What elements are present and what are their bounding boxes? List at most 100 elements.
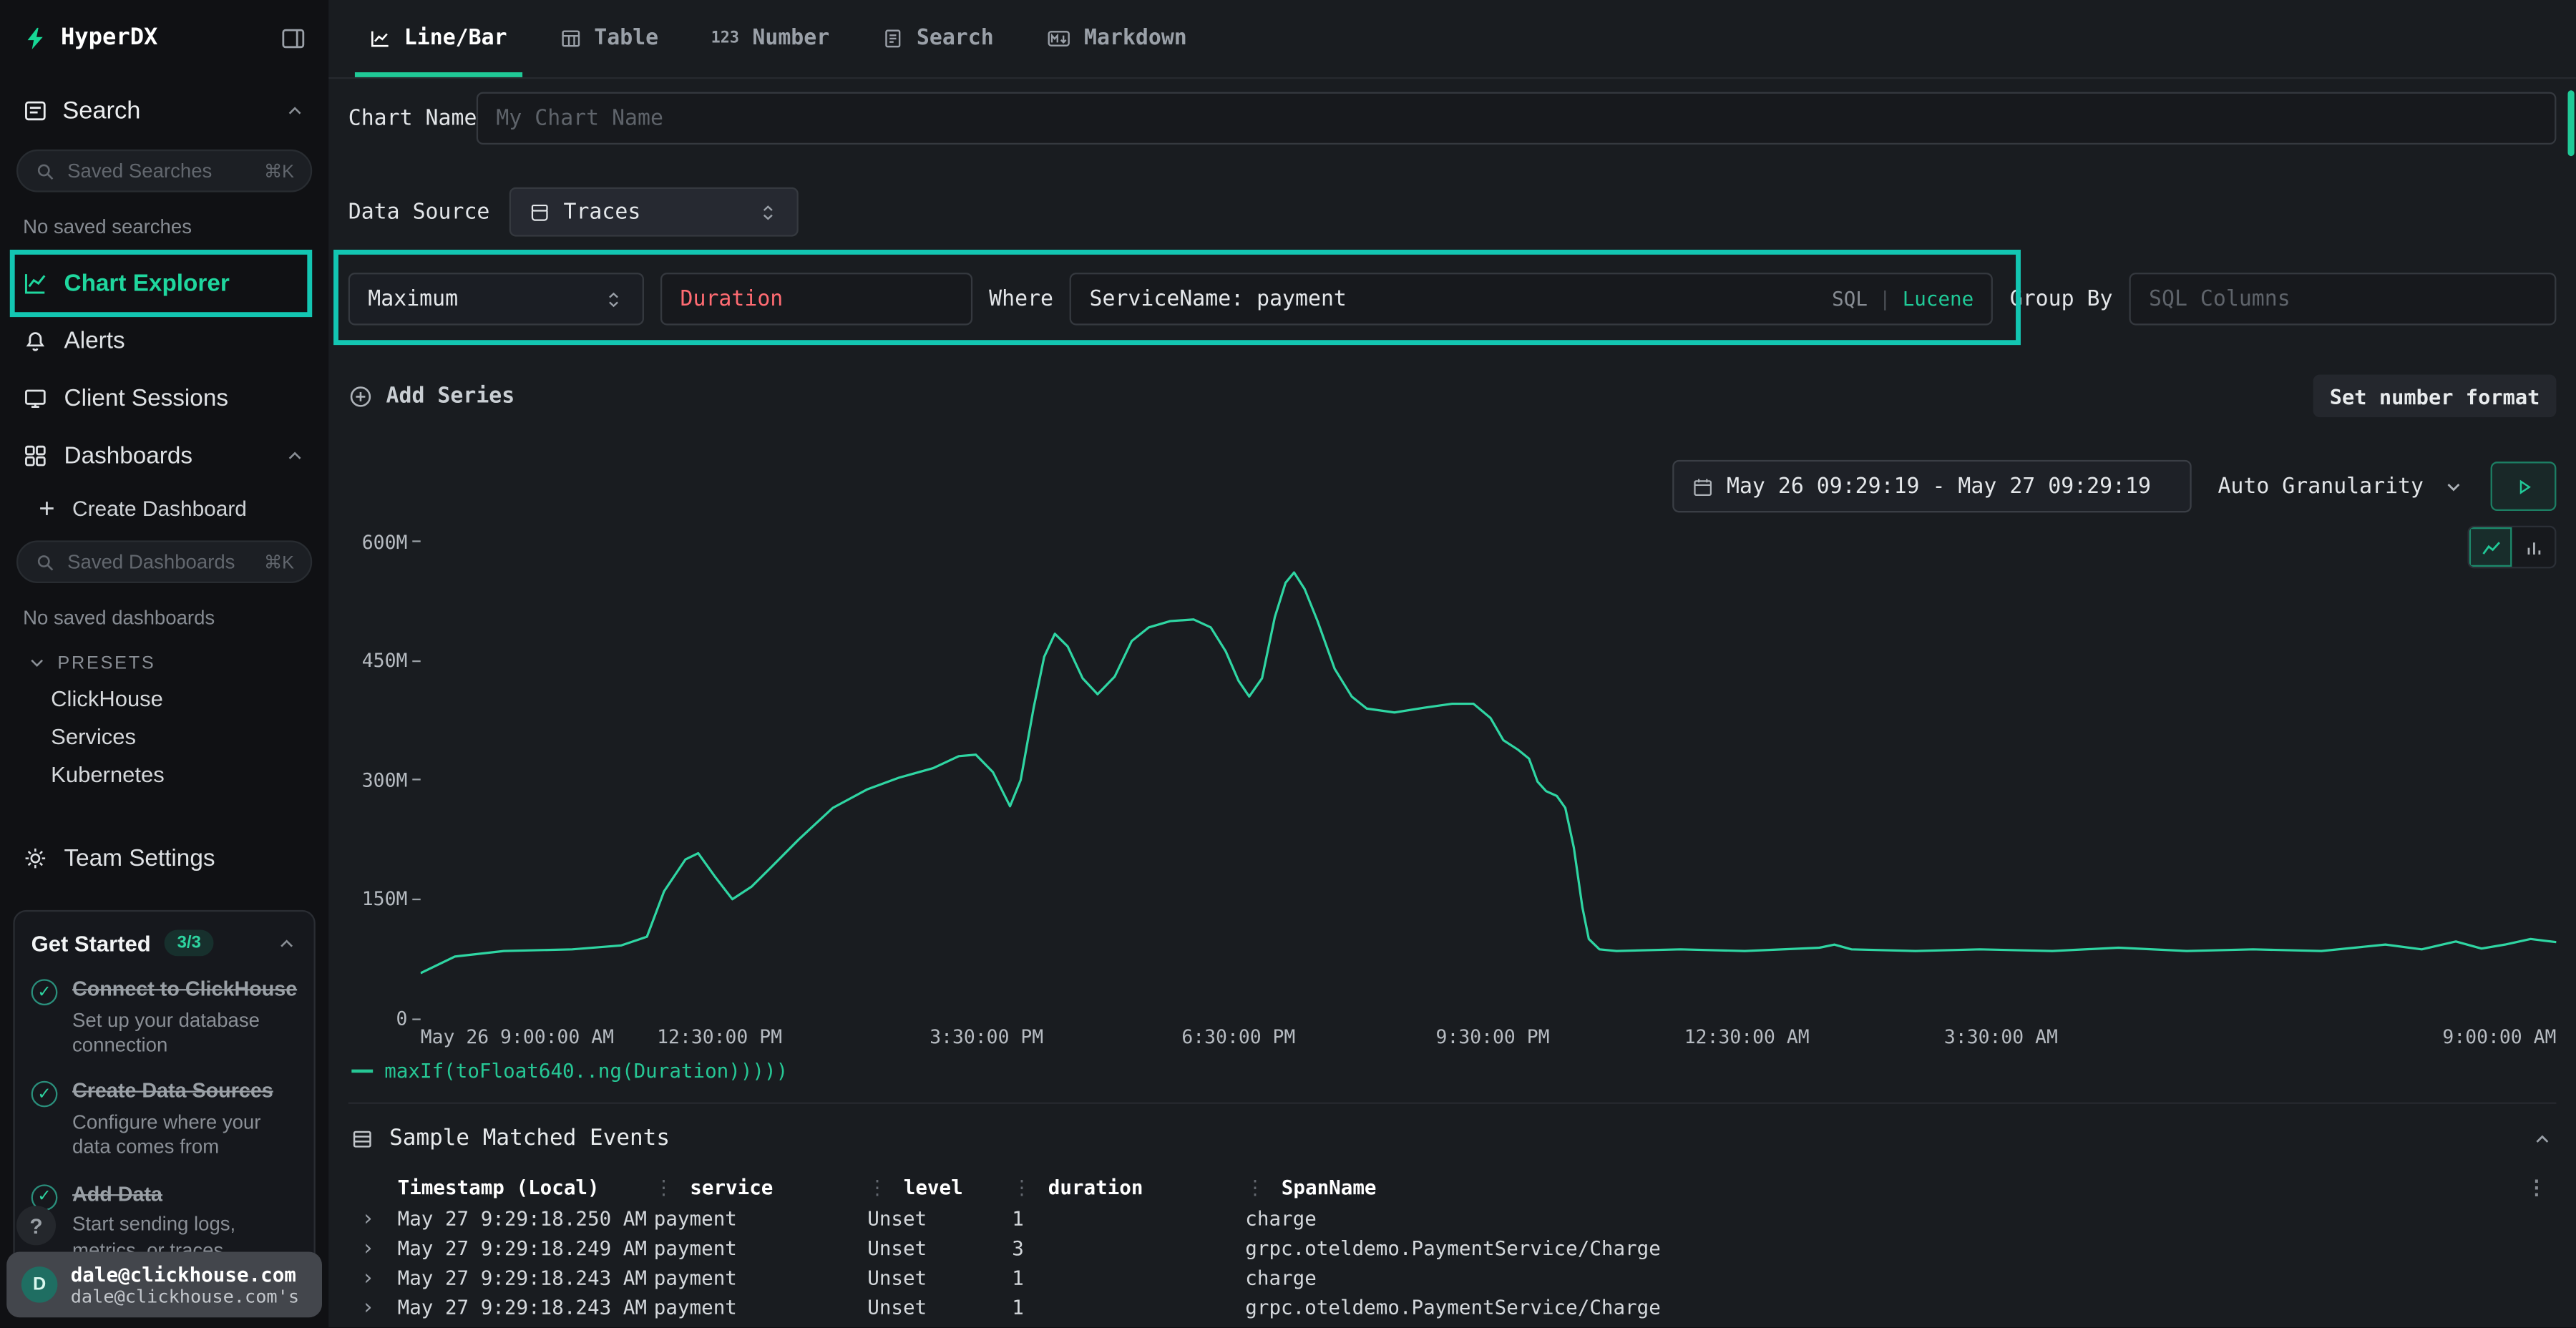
expand-row-icon[interactable]: › (348, 1236, 398, 1261)
chart-explorer-icon (23, 271, 47, 296)
tab-line-bar[interactable]: Line/Bar (348, 0, 529, 77)
chart-name-input[interactable]: My Chart Name (477, 92, 2557, 145)
scrollbar-thumb[interactable] (2567, 90, 2574, 156)
sidebar-item-dashboards[interactable]: Dashboards (0, 427, 328, 484)
aggregation-select[interactable]: Maximum (348, 273, 644, 325)
get-started-header[interactable]: Get Started 3/3 (31, 929, 298, 956)
search-doc-icon (882, 28, 904, 49)
expand-row-icon[interactable]: › (348, 1266, 398, 1290)
sidebar-item-team-settings[interactable]: Team Settings (0, 829, 328, 887)
cell-timestamp: May 27 9:29:18.243 AM (398, 1266, 654, 1289)
sidebar-item-label: Team Settings (64, 845, 215, 872)
events-header-row: Timestamp (Local) ⋮service ⋮level ⋮durat… (348, 1171, 2557, 1204)
chart-explorer-content: Chart Name My Chart Name Data Source Tra… (328, 79, 2576, 1327)
get-started-card: Get Started 3/3 ✓ Connect to ClickHouse … (13, 910, 315, 1283)
event-row[interactable]: › May 27 9:29:18.250 AM payment Unset 1 … (348, 1204, 2557, 1234)
field-select[interactable]: Duration (660, 273, 972, 325)
search-icon (34, 160, 56, 182)
line-style-button[interactable] (2469, 527, 2512, 567)
user-menu[interactable]: D dale@clickhouse.com dale@clickhouse.co… (6, 1251, 322, 1317)
preset-item-kubernetes[interactable]: Kubernetes (0, 756, 328, 794)
tab-search[interactable]: Search (861, 0, 1015, 77)
cell-duration: 1 (1012, 1296, 1245, 1319)
help-button[interactable]: ? (16, 1206, 56, 1245)
granularity-select[interactable]: Auto Granularity (2211, 460, 2471, 512)
event-row[interactable]: › May 27 9:29:18.243 AM payment Unset 1 … (348, 1293, 2557, 1322)
sql-toggle[interactable]: SQL (1832, 288, 1868, 311)
cell-spanname: charge (1245, 1207, 2517, 1230)
group-by-input[interactable]: SQL Columns (2129, 273, 2556, 325)
preset-item-services[interactable]: Services (0, 718, 328, 756)
saved-dashboards-placeholder: Saved Dashboards (67, 550, 235, 573)
cell-spanname: grpc.oteldemo.PaymentService/Charge (1245, 1296, 2517, 1319)
add-series-button[interactable]: Add Series (348, 384, 515, 408)
toggle-divider: | (1879, 288, 1891, 311)
bar-style-button[interactable] (2512, 527, 2555, 567)
collapse-sidebar-icon[interactable] (281, 26, 306, 50)
expand-row-icon[interactable]: › (348, 1295, 398, 1319)
expand-row-icon[interactable]: › (348, 1206, 398, 1231)
bar-chart-icon (2522, 537, 2544, 558)
chart-plot-area[interactable] (421, 526, 2557, 1019)
saved-searches-input[interactable]: Saved Searches ⌘K (16, 150, 312, 192)
select-caret-icon (757, 201, 779, 223)
set-number-format-button[interactable]: Set number format (2313, 374, 2557, 417)
chart-y-axis: 600M450M300M150M0 (348, 526, 421, 1019)
preset-item-clickhouse[interactable]: ClickHouse (0, 680, 328, 718)
tab-table[interactable]: Table (538, 0, 680, 77)
tab-markdown[interactable]: Markdown (1025, 0, 1208, 77)
presets-toggle[interactable]: PRESETS (0, 639, 328, 680)
sidebar-item-client-sessions[interactable]: Client Sessions (0, 370, 328, 427)
x-tick-label: 3:30:00 PM (930, 1025, 1043, 1048)
database-icon (529, 201, 550, 223)
tab-number[interactable]: 123 Number (690, 0, 851, 77)
column-header-duration[interactable]: ⋮duration (1012, 1176, 1245, 1199)
granularity-value: Auto Granularity (2218, 474, 2424, 498)
search-section-label: Search (62, 97, 140, 125)
legend-swatch (351, 1070, 373, 1073)
get-started-item-title: Add Data (72, 1182, 298, 1208)
cell-level: Unset (867, 1237, 1012, 1260)
search-section-header[interactable]: Search (0, 80, 328, 141)
plus-icon (36, 498, 58, 519)
collapse-events-icon[interactable] (2532, 1128, 2553, 1149)
app-window: HyperDX Search Saved Searches ⌘K No save… (0, 0, 2576, 1327)
where-input[interactable]: ServiceName: payment SQL | Lucene (1070, 273, 1994, 325)
field-value: Duration (680, 287, 784, 311)
chart-type-tabbar: Line/Bar Table 123 Number Search (328, 0, 2576, 79)
cell-service: payment (654, 1296, 867, 1319)
check-circle-icon: ✓ (31, 1081, 58, 1108)
event-row[interactable]: › May 27 9:29:18.249 AM payment Unset 3 … (348, 1234, 2557, 1263)
run-query-button[interactable] (2491, 462, 2557, 511)
column-header-timestamp[interactable]: Timestamp (Local) (398, 1176, 654, 1199)
lucene-toggle[interactable]: Lucene (1903, 288, 1974, 311)
event-row[interactable]: › May 27 9:29:18.243 AM payment Unset 1 … (348, 1264, 2557, 1293)
sidebar-item-alerts[interactable]: Alerts (0, 312, 328, 369)
search-section-icon (23, 99, 47, 123)
chevron-up-icon (284, 445, 306, 467)
column-header-service[interactable]: ⋮service (654, 1176, 867, 1199)
column-header-spanname[interactable]: ⋮SpanName (1245, 1176, 2517, 1199)
table-options-icon[interactable]: ⋮ (2517, 1176, 2556, 1199)
sidebar-item-chart-explorer[interactable]: Chart Explorer (0, 255, 328, 312)
chart-name-placeholder: My Chart Name (496, 106, 663, 130)
date-range-input[interactable]: May 26 09:29:19 - May 27 09:29:19 (1672, 460, 2192, 512)
y-tick-label: 0 (396, 1007, 420, 1030)
create-dashboard-button[interactable]: Create Dashboard (0, 484, 328, 532)
column-separator: ⋮ (654, 1176, 674, 1199)
sidebar-item-label: Dashboards (64, 443, 193, 469)
table-icon (560, 28, 581, 49)
saved-dashboards-input[interactable]: Saved Dashboards ⌘K (16, 540, 312, 583)
events-panel-title: Sample Matched Events (389, 1126, 670, 1152)
get-started-item-desc: Set up your database connection (72, 1008, 298, 1059)
no-saved-dashboards-note: No saved dashboards (0, 592, 328, 640)
column-separator: ⋮ (1245, 1176, 1265, 1199)
column-header-level[interactable]: ⋮level (867, 1176, 1012, 1199)
cell-duration: 1 (1012, 1266, 1245, 1289)
gear-icon (23, 846, 47, 870)
chart[interactable]: 600M450M300M150M0 (348, 526, 2557, 1019)
chart-x-axis: May 26 9:00:00 AM12:30:00 PM3:30:00 PM6:… (421, 1025, 2557, 1050)
data-source-select[interactable]: Traces (509, 187, 799, 237)
chart-legend[interactable]: maxIf(toFloat640..ng(Duration))))) (351, 1060, 2556, 1083)
cell-spanname: grpc.oteldemo.PaymentService/Charge (1245, 1237, 2517, 1260)
